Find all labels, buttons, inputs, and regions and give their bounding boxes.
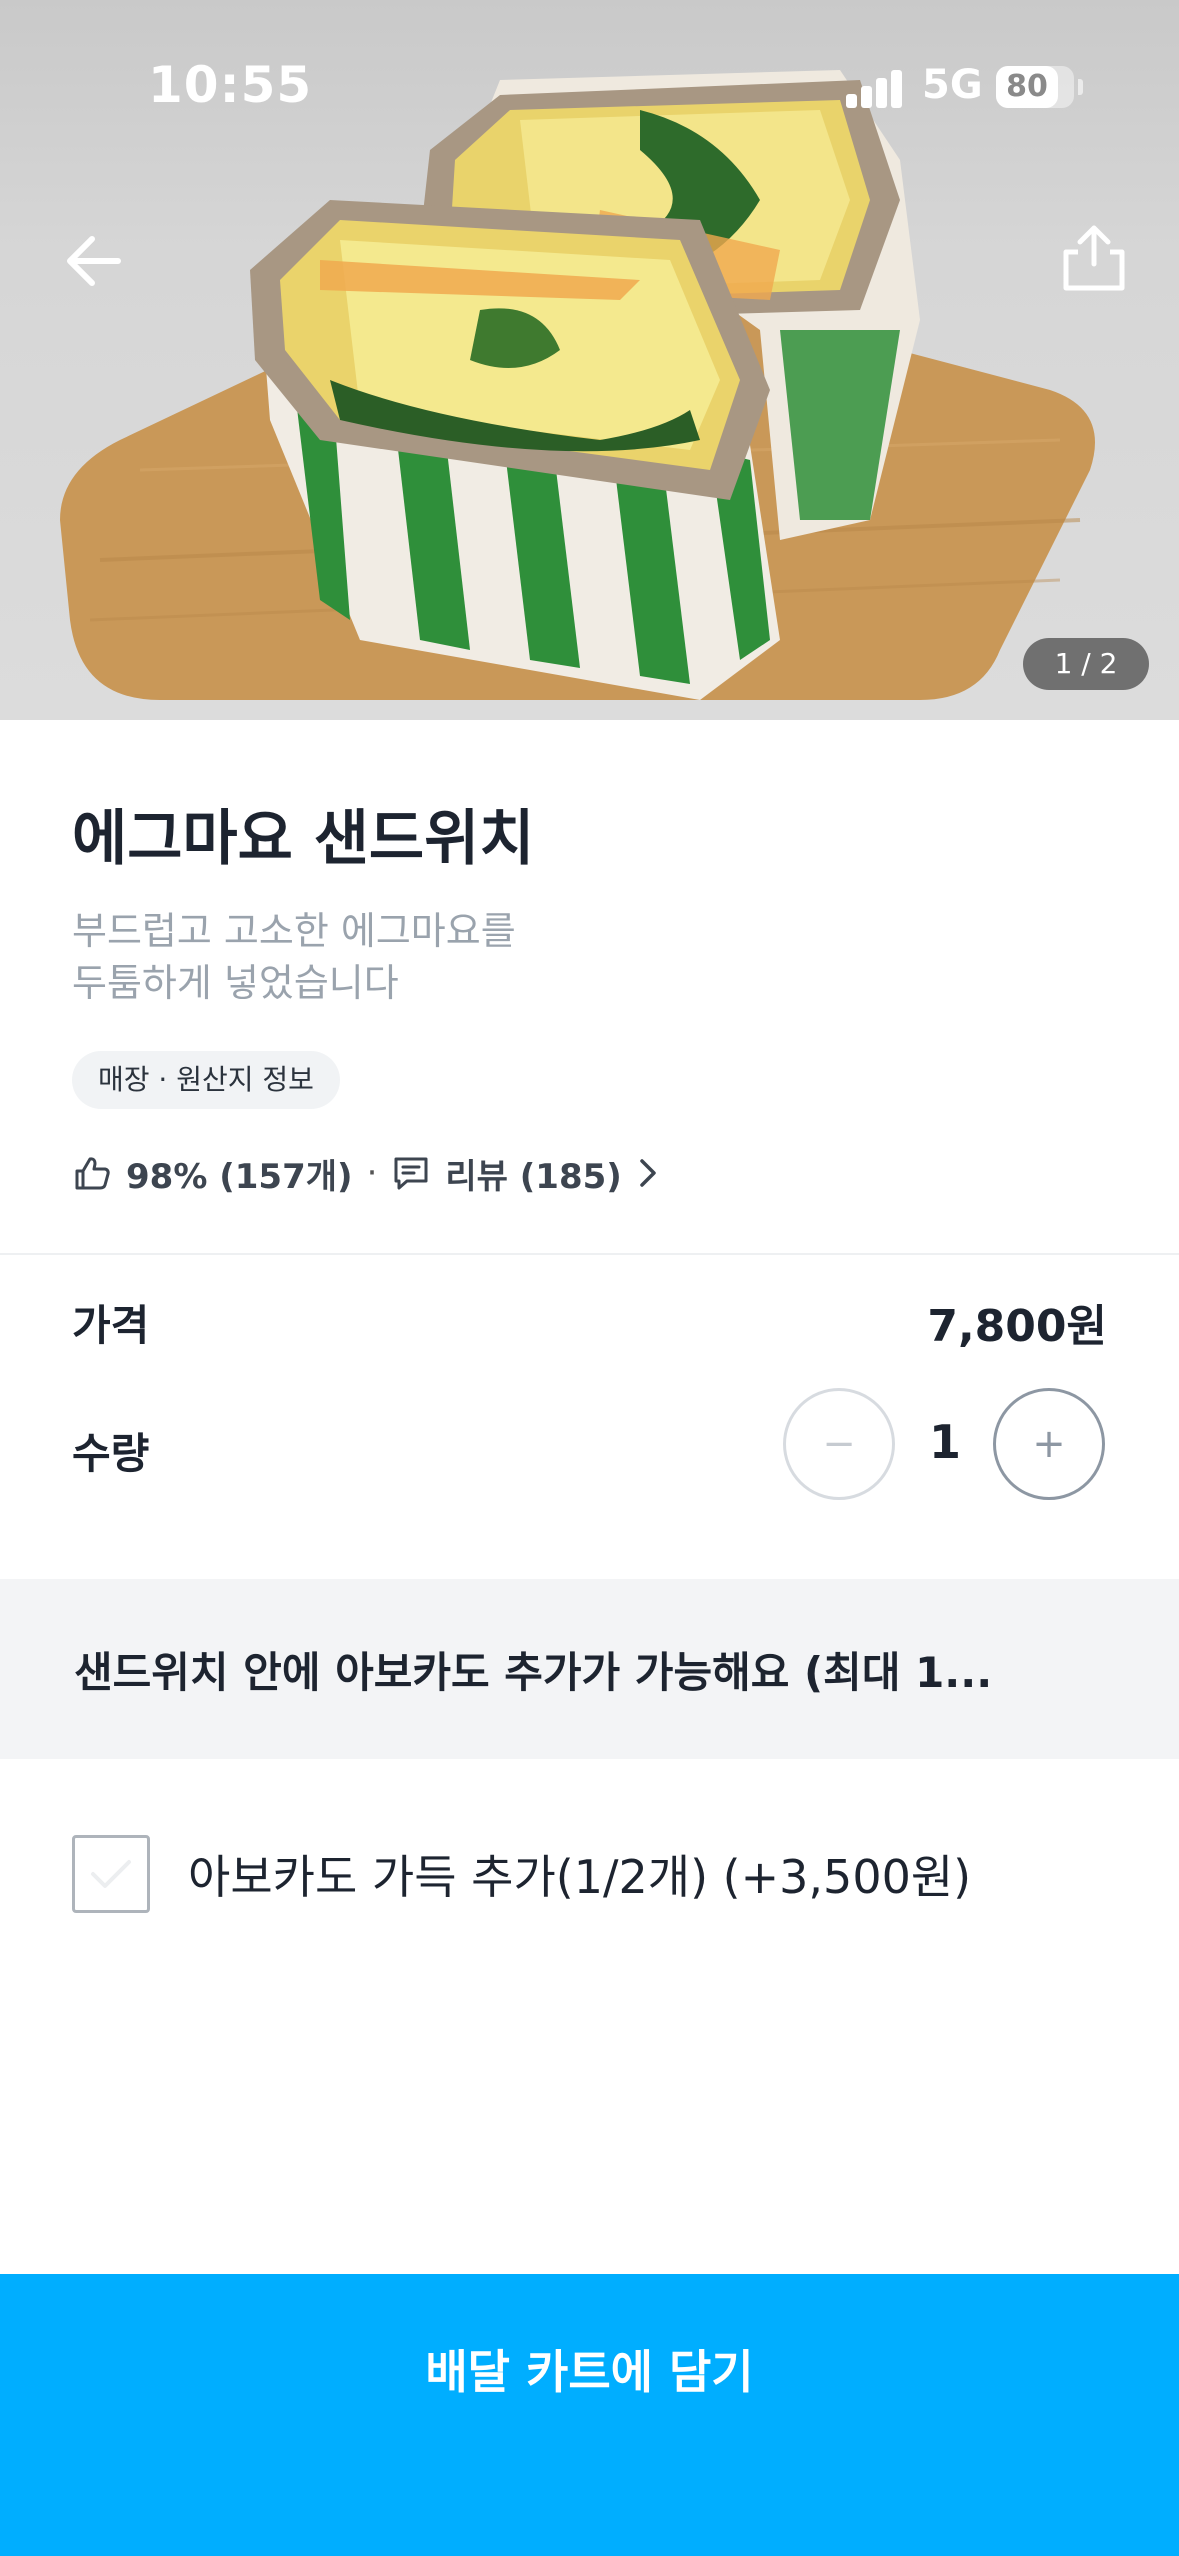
arrow-left-icon: [67, 236, 121, 286]
status-time: 10:55: [148, 56, 313, 114]
network-label: 5G: [922, 62, 983, 108]
price-label: 가격: [72, 1301, 150, 1350]
quantity-label: 수량: [72, 1429, 150, 1478]
chevron-right-icon: [640, 1159, 656, 1187]
review-bubble-icon: [394, 1157, 428, 1190]
battery-icon: 80: [996, 66, 1074, 108]
quantity-decrease-button[interactable]: −: [783, 1388, 895, 1500]
image-page-indicator: 1 / 2: [1023, 638, 1149, 690]
description-line-2: 두툼하게 넣었습니다: [72, 961, 399, 1005]
signal-icon: [846, 68, 906, 108]
store-origin-info-button[interactable]: 매장 · 원산지 정보: [72, 1051, 340, 1109]
rating-separator: ·: [366, 1153, 378, 1193]
option-avocado[interactable]: 아보카도 가득 추가(1/2개) (+3,500원): [72, 1834, 971, 1914]
share-icon: [1063, 225, 1125, 291]
add-to-cart-label: 배달 카트에 담기: [425, 2345, 754, 2399]
review-count-text: 리뷰 (185): [445, 1156, 622, 1197]
rating-review-link[interactable]: 98% (157개) · 리뷰 (185): [72, 1148, 662, 1198]
option-group-header: 샌드위치 안에 아보카도 추가가 가능해요 (최대 1...: [0, 1579, 1179, 1759]
product-description: 부드럽고 고소한 에그마요를 두툼하게 넣었습니다: [72, 905, 872, 1009]
thumbs-up-icon: [75, 1157, 110, 1190]
product-hero-image[interactable]: 10:55 5G 80 1 / 2: [0, 0, 1179, 720]
plus-icon: +: [1032, 1421, 1066, 1467]
product-title: 에그마요 샌드위치: [72, 804, 535, 874]
back-button[interactable]: [60, 225, 132, 297]
price-value: 7,800원: [927, 1301, 1107, 1352]
option-label: 아보카도 가득 추가(1/2개) (+3,500원): [188, 1850, 972, 1904]
status-bar: 10:55 5G 80: [0, 0, 1179, 150]
description-line-1: 부드럽고 고소한 에그마요를: [72, 909, 516, 953]
quantity-value: 1: [928, 1415, 961, 1469]
rating-text: 98% (157개): [126, 1156, 353, 1197]
quantity-increase-button[interactable]: +: [993, 1388, 1105, 1500]
battery-level: 80: [1006, 69, 1048, 104]
battery-tip: [1078, 79, 1083, 95]
share-button[interactable]: [1058, 222, 1130, 294]
minus-icon: −: [822, 1421, 856, 1467]
option-checkbox[interactable]: [72, 1835, 150, 1913]
option-group-title: 샌드위치 안에 아보카도 추가가 가능해요 (최대 1...: [74, 1648, 993, 1697]
section-divider: [0, 1253, 1179, 1255]
add-to-delivery-cart-button[interactable]: 배달 카트에 담기: [0, 2274, 1179, 2556]
checkmark-icon: [91, 1860, 131, 1888]
